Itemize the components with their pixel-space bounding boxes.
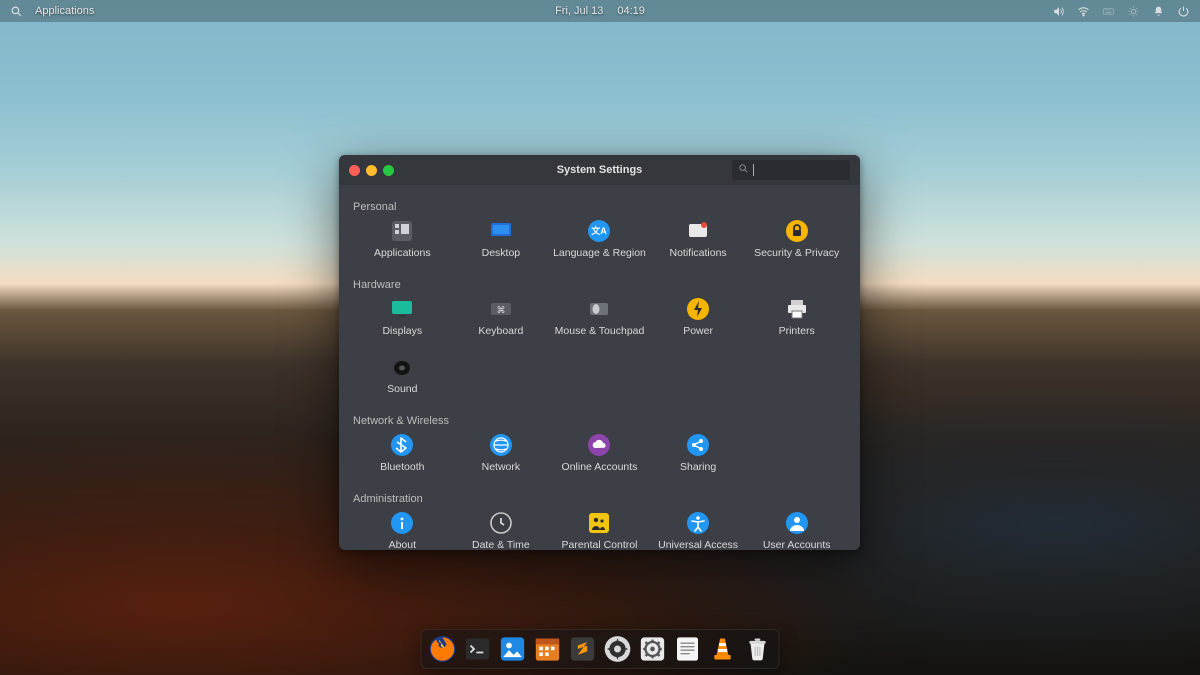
settings-item-label: About: [389, 539, 416, 550]
dock-app-notes[interactable]: [673, 634, 703, 664]
window-close-button[interactable]: [349, 165, 360, 176]
wifi-icon[interactable]: [1077, 5, 1090, 18]
notifications-icon: [686, 219, 710, 243]
settings-item-label: Online Accounts: [562, 461, 638, 473]
settings-item-notifications[interactable]: Notifications: [649, 219, 748, 271]
dock-app-system-settings[interactable]: [603, 634, 633, 664]
applications-menu-label[interactable]: Applications: [35, 5, 94, 17]
settings-item-online-accounts[interactable]: Online Accounts: [550, 433, 649, 485]
info-icon: [390, 511, 414, 535]
system-settings-window: System Settings Personal Applications De…: [339, 155, 860, 550]
category-label-hardware: Hardware: [353, 279, 846, 291]
mouse-icon: [587, 297, 611, 321]
lock-icon: [785, 219, 809, 243]
sharing-icon: [686, 433, 710, 457]
settings-item-label: Bluetooth: [380, 461, 424, 473]
settings-item-user-accounts[interactable]: User Accounts: [747, 511, 846, 550]
svg-text:⌘: ⌘: [496, 305, 505, 315]
settings-item-language-region[interactable]: 文A Language & Region: [550, 219, 649, 271]
svg-text:文A: 文A: [591, 225, 608, 236]
window-minimize-button[interactable]: [366, 165, 377, 176]
search-icon[interactable]: [10, 5, 23, 18]
settings-item-label: Network: [482, 461, 521, 473]
settings-item-label: Mouse & Touchpad: [555, 325, 645, 337]
settings-item-bluetooth[interactable]: Bluetooth: [353, 433, 452, 485]
settings-item-keyboard[interactable]: ⌘ Keyboard: [452, 297, 551, 349]
desktop-icon: [489, 219, 513, 243]
settings-item-label: Desktop: [482, 247, 521, 259]
settings-item-date-time[interactable]: Date & Time: [452, 511, 551, 550]
dock-app-vlc[interactable]: [708, 634, 738, 664]
dock-app-sublime[interactable]: [568, 634, 598, 664]
accessibility-icon: [686, 511, 710, 535]
settings-search-input[interactable]: [758, 164, 844, 176]
night-light-icon[interactable]: [1127, 5, 1140, 18]
search-icon: [738, 163, 749, 177]
settings-item-network[interactable]: Network: [452, 433, 551, 485]
dock-app-tweaks[interactable]: [638, 634, 668, 664]
settings-item-label: Power: [683, 325, 713, 337]
panel-time[interactable]: 04:19: [617, 5, 645, 17]
settings-item-mouse-touchpad[interactable]: Mouse & Touchpad: [550, 297, 649, 349]
clock-icon: [489, 511, 513, 535]
settings-item-sound[interactable]: Sound: [353, 355, 452, 407]
dock-app-firefox[interactable]: [428, 634, 458, 664]
dock-app-photos[interactable]: [498, 634, 528, 664]
panel-date[interactable]: Fri, Jul 13: [555, 5, 603, 17]
window-maximize-button[interactable]: [383, 165, 394, 176]
window-titlebar[interactable]: System Settings: [339, 155, 860, 185]
dock-app-trash[interactable]: [743, 634, 773, 664]
settings-item-label: User Accounts: [763, 539, 831, 550]
settings-item-sharing[interactable]: Sharing: [649, 433, 748, 485]
settings-item-label: Universal Access: [658, 539, 738, 550]
settings-item-label: Printers: [779, 325, 815, 337]
settings-item-power[interactable]: Power: [649, 297, 748, 349]
power-icon: [686, 297, 710, 321]
power-icon[interactable]: [1177, 5, 1190, 18]
dock-app-terminal[interactable]: [463, 634, 493, 664]
settings-item-displays[interactable]: Displays: [353, 297, 452, 349]
displays-icon: [390, 297, 414, 321]
volume-icon[interactable]: [1052, 5, 1065, 18]
family-icon: [587, 511, 611, 535]
dock: [421, 629, 780, 669]
keyboard-icon[interactable]: [1102, 5, 1115, 18]
settings-item-applications[interactable]: Applications: [353, 219, 452, 271]
settings-item-label: Applications: [374, 247, 431, 259]
printer-icon: [785, 297, 809, 321]
notifications-icon[interactable]: [1152, 5, 1165, 18]
category-label-personal: Personal: [353, 201, 846, 213]
settings-item-about[interactable]: About: [353, 511, 452, 550]
settings-search[interactable]: [732, 160, 850, 180]
settings-item-parental-control[interactable]: Parental Control: [550, 511, 649, 550]
settings-item-label: Notifications: [669, 247, 726, 259]
settings-item-label: Sound: [387, 383, 417, 395]
language-icon: 文A: [587, 219, 611, 243]
dock-app-calendar[interactable]: [533, 634, 563, 664]
settings-item-label: Date & Time: [472, 539, 530, 550]
settings-item-label: Keyboard: [478, 325, 523, 337]
settings-item-desktop[interactable]: Desktop: [452, 219, 551, 271]
top-panel: Applications Fri, Jul 13 04:19: [0, 0, 1200, 22]
cloud-icon: [587, 433, 611, 457]
text-cursor: [753, 164, 754, 176]
settings-item-label: Displays: [382, 325, 422, 337]
keyboard-icon: ⌘: [489, 297, 513, 321]
sound-icon: [390, 355, 414, 379]
settings-item-label: Parental Control: [562, 539, 638, 550]
settings-item-label: Security & Privacy: [754, 247, 839, 259]
settings-item-label: Language & Region: [553, 247, 646, 259]
category-label-administration: Administration: [353, 493, 846, 505]
category-label-network: Network & Wireless: [353, 415, 846, 427]
applications-icon: [390, 219, 414, 243]
settings-item-printers[interactable]: Printers: [747, 297, 846, 349]
settings-item-security-privacy[interactable]: Security & Privacy: [747, 219, 846, 271]
bluetooth-icon: [390, 433, 414, 457]
network-icon: [489, 433, 513, 457]
user-icon: [785, 511, 809, 535]
settings-item-label: Sharing: [680, 461, 716, 473]
settings-item-universal-access[interactable]: Universal Access: [649, 511, 748, 550]
